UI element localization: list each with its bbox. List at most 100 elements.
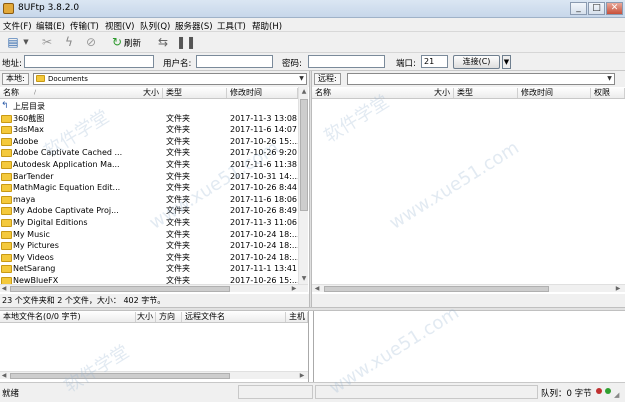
queue-col-direction[interactable]: 方向 — [156, 312, 182, 322]
list-item[interactable]: Adobe Captivate Cached ... 文件夹 2017-10-26 … — [0, 147, 298, 159]
file-type: 文件夹 — [166, 160, 190, 169]
remote-col-name[interactable]: 名称 大小 — [312, 88, 454, 98]
file-name: My Pictures — [13, 241, 59, 251]
scroll-left-icon[interactable]: ◀ — [0, 285, 8, 293]
list-item[interactable]: NetSarang 文件夹 2017-11-1 13:41 — [0, 263, 298, 275]
queue-column-header: 本地文件名(0/0 字节) 大小 方向 远程文件名 主机 — [0, 311, 308, 323]
file-modified: 2017-10-24 18:... — [230, 229, 298, 239]
queue-col-local-file[interactable]: 本地文件名(0/0 字节) — [0, 312, 136, 322]
menu-tools[interactable]: 工具(T) — [217, 20, 246, 32]
menu-view[interactable]: 视图(V) — [105, 20, 134, 32]
menu-transfer[interactable]: 传输(T) — [70, 20, 99, 32]
status-bar: 就绪 队列：0 字节 ◢ — [0, 382, 625, 402]
queue-col-host[interactable]: 主机 — [286, 312, 308, 322]
sync-icon[interactable]: ⇆ — [156, 35, 170, 49]
remote-col-modified[interactable]: 修改时间 — [518, 88, 591, 98]
scroll-up-icon[interactable]: ▲ — [300, 88, 308, 96]
stop-icon[interactable]: ⊘ — [84, 35, 98, 49]
local-path-combo[interactable]: Documents ▼ — [33, 73, 307, 85]
menu-edit[interactable]: 编辑(E) — [36, 20, 65, 32]
chevron-down-icon[interactable]: ▼ — [22, 35, 30, 49]
list-item-parent[interactable]: ↰ 上层目录 — [0, 101, 298, 113]
queue-col-remote-file[interactable]: 远程文件名 — [182, 312, 286, 322]
menu-queue[interactable]: 队列(Q) — [140, 20, 170, 32]
connect-button[interactable]: 连接(C) — [453, 55, 500, 69]
file-name: My Digital Editions — [13, 218, 88, 227]
maximize-button[interactable]: □ — [588, 2, 605, 15]
folder-icon — [1, 277, 12, 284]
folder-icon — [1, 219, 12, 227]
file-modified: 2017-10-24 18:... — [230, 241, 298, 251]
queue-col-size[interactable]: 大小 — [136, 312, 156, 322]
local-horizontal-scrollbar[interactable]: ◀ ▶ — [0, 284, 308, 292]
scroll-left-icon[interactable]: ◀ — [313, 285, 321, 293]
file-modified: 2017-11-3 11:06 — [230, 218, 297, 227]
list-item[interactable]: maya 文件夹 2017-11-6 18:06 — [0, 194, 298, 206]
scroll-right-icon[interactable]: ▶ — [290, 285, 298, 293]
toolbar: ▤ ▼ ✂ ϟ ⊘ ↻ 刷新 ⇆ ❚❚ — [0, 32, 625, 53]
file-name: My Music — [13, 229, 50, 239]
remote-col-type[interactable]: 类型 — [454, 88, 518, 98]
remote-path-combo[interactable]: ▼ — [347, 73, 615, 85]
up-arrow-icon: ↰ — [1, 101, 9, 111]
menu-help[interactable]: 帮助(H) — [252, 20, 282, 32]
local-col-modified[interactable]: 修改时间 — [227, 88, 298, 98]
local-col-name[interactable]: 名称 ∕ 大小 — [0, 88, 163, 98]
scroll-down-icon[interactable]: ▼ — [300, 275, 308, 283]
remote-horizontal-scrollbar[interactable]: ◀ ▶ — [312, 284, 625, 292]
connect-dropdown-icon[interactable]: ▼ — [502, 55, 511, 69]
list-item[interactable]: My Adobe Captivate Proj... 文件夹 2017-10-26 … — [0, 205, 298, 217]
folder-icon — [36, 75, 45, 82]
scroll-right-icon[interactable]: ▶ — [298, 372, 306, 380]
resize-grip-icon[interactable]: ◢ — [614, 391, 619, 399]
menu-file[interactable]: 文件(F) — [3, 20, 32, 32]
list-item[interactable]: 3dsMax 文件夹 2017-11-6 14:07 — [0, 124, 298, 136]
remote-file-list[interactable] — [312, 99, 625, 284]
close-button[interactable]: ✕ — [606, 2, 623, 15]
list-item[interactable]: 360截图 文件夹 2017-11-3 13:08 — [0, 113, 298, 125]
local-col-type[interactable]: 类型 — [163, 88, 227, 98]
local-scroll-thumb[interactable] — [300, 99, 308, 211]
password-input[interactable] — [308, 55, 385, 68]
list-item[interactable]: Adobe 文件夹 2017-10-26 15:... — [0, 136, 298, 148]
queue-horizontal-scrollbar[interactable]: ◀ ▶ — [0, 371, 308, 379]
port-input[interactable] — [421, 55, 448, 68]
list-item[interactable]: Autodesk Application Ma... 文件夹 2017-11-6 1… — [0, 159, 298, 171]
site-manager-icon[interactable]: ▤ — [6, 35, 20, 49]
list-item[interactable]: My Pictures 文件夹 2017-10-24 18:... — [0, 240, 298, 252]
list-item[interactable]: My Videos 文件夹 2017-10-24 18:... — [0, 252, 298, 264]
list-item[interactable]: MathMagic Equation Edit... 文件夹 2017-10-26 … — [0, 182, 298, 194]
address-input[interactable] — [24, 55, 154, 68]
local-vertical-scrollbar[interactable]: ▲ ▼ — [298, 87, 308, 284]
scroll-right-icon[interactable]: ▶ — [614, 285, 622, 293]
list-item[interactable]: My Music 文件夹 2017-10-24 18:... — [0, 229, 298, 241]
list-item[interactable]: My Digital Editions 文件夹 2017-11-3 11:06 — [0, 217, 298, 229]
file-name: Autodesk Application Ma... — [13, 160, 120, 169]
list-item[interactable]: BarTender 文件夹 2017-10-31 14:... — [0, 171, 298, 183]
local-hscroll-thumb[interactable] — [10, 286, 230, 292]
file-modified: 2017-10-26 9:20 — [230, 148, 297, 158]
local-file-list: ↰ 上层目录 360截图 文件夹 2017-11-3 13:08 3dsMax 文件夹 2… — [0, 99, 298, 284]
menu-server[interactable]: 服务器(S) — [175, 20, 213, 32]
file-name: My Adobe Captivate Proj... — [13, 206, 119, 216]
refresh-label[interactable]: 刷新 — [124, 37, 141, 49]
list-item[interactable]: NewBlueFX 文件夹 2017-10-26 15:... — [0, 275, 298, 284]
remote-hscroll-thumb[interactable] — [324, 286, 549, 292]
disconnect-icon[interactable]: ✂ — [40, 35, 54, 49]
refresh-icon[interactable]: ↻ — [110, 35, 124, 49]
file-type: 文件夹 — [166, 276, 190, 284]
file-name: My Videos — [13, 252, 54, 262]
remote-col-permissions[interactable]: 权限 — [591, 88, 625, 98]
chevron-down-icon[interactable]: ▼ — [605, 74, 614, 84]
queue-hscroll-thumb[interactable] — [10, 373, 230, 379]
username-input[interactable] — [196, 55, 273, 68]
file-modified: 2017-11-3 13:08 — [230, 113, 297, 123]
lightning-icon[interactable]: ϟ — [62, 35, 76, 49]
local-path-bar: 本地: Documents ▼ — [0, 71, 309, 87]
chevron-down-icon[interactable]: ▼ — [297, 74, 306, 84]
pause-icon[interactable]: ❚❚ — [176, 35, 196, 49]
file-name: Adobe — [13, 136, 39, 146]
minimize-button[interactable]: _ — [570, 2, 587, 15]
log-panel[interactable] — [313, 311, 625, 382]
scroll-left-icon[interactable]: ◀ — [0, 372, 8, 380]
